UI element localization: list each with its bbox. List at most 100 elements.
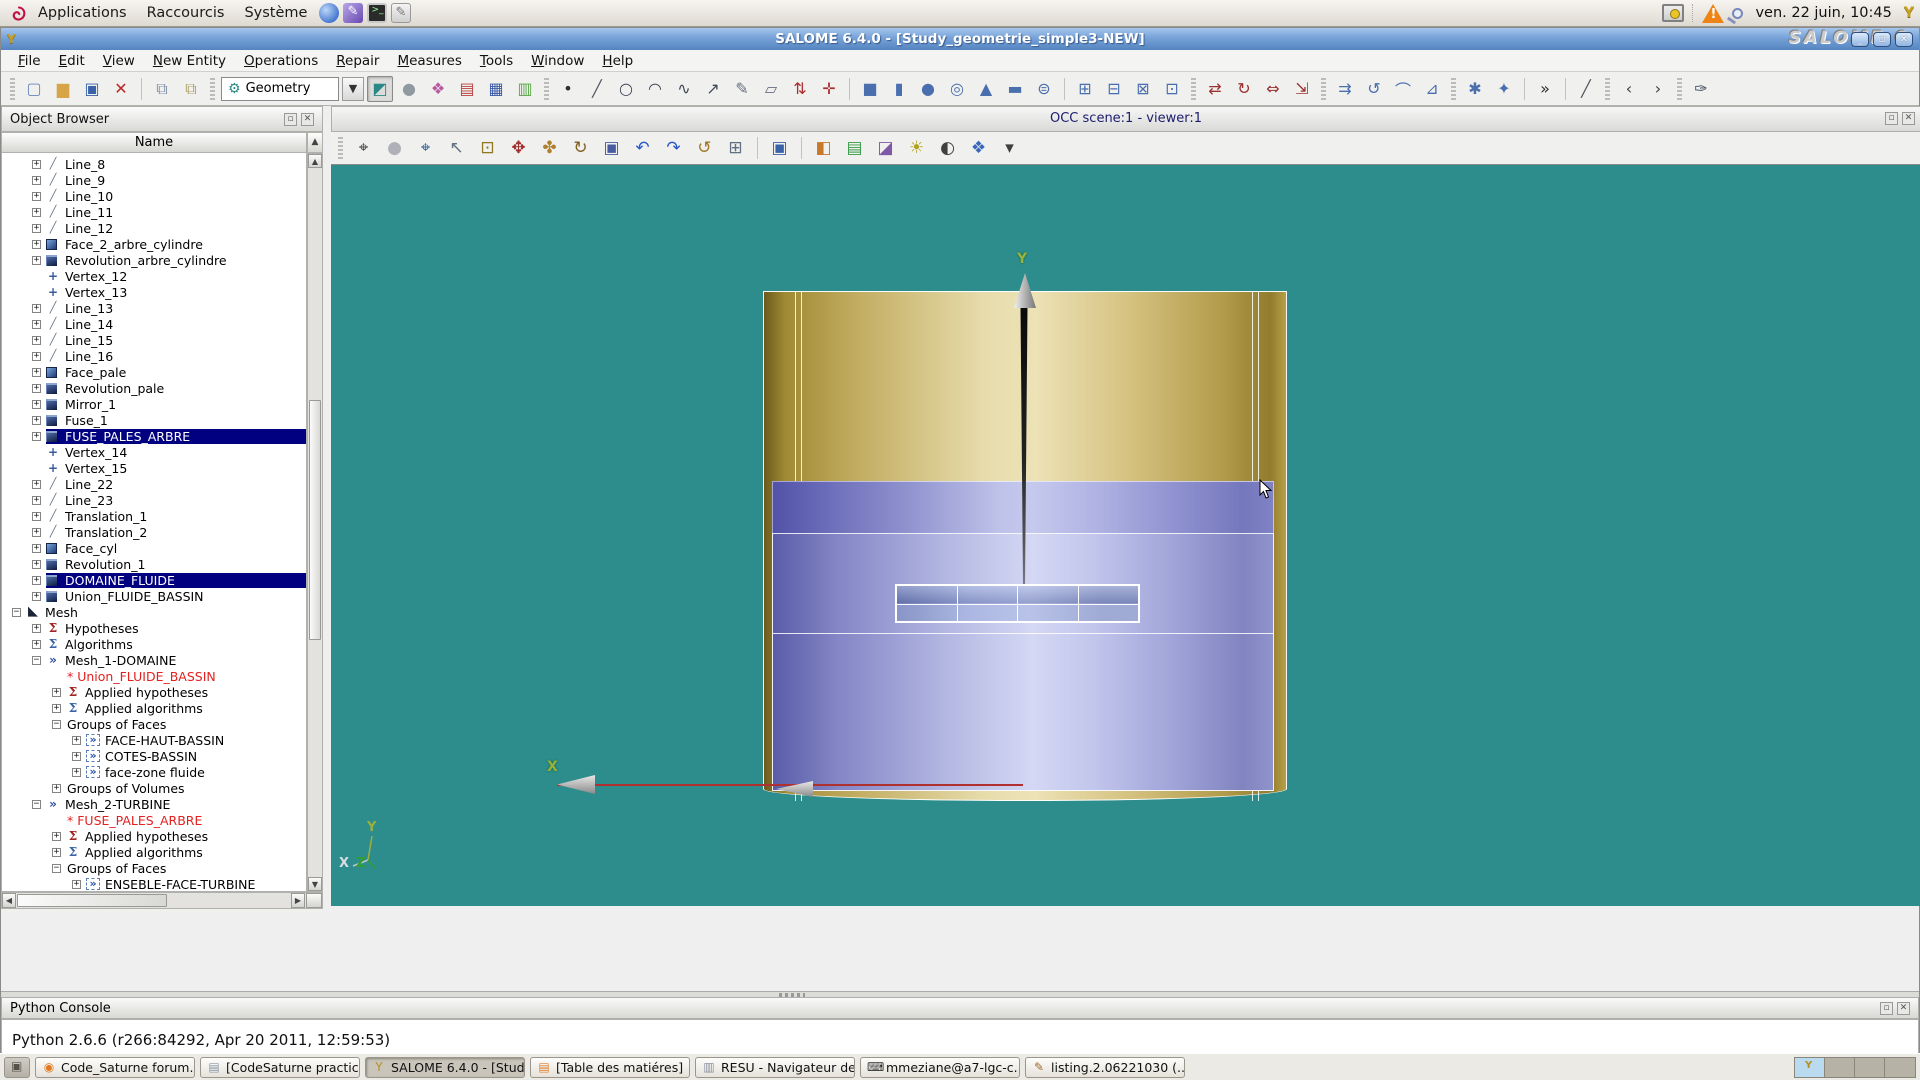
- workspace-switcher[interactable]: [1794, 1057, 1916, 1078]
- tree-item[interactable]: +╱Line_10: [2, 188, 306, 204]
- save-study-icon[interactable]: ▣: [79, 76, 105, 102]
- fillet-icon[interactable]: ⌒: [1390, 76, 1416, 102]
- undock-console-icon[interactable]: ▫: [1880, 1002, 1893, 1015]
- tree-item[interactable]: +»ENSEBLE-FACE-TURBINE: [2, 876, 306, 892]
- common-icon[interactable]: ⊟: [1101, 76, 1127, 102]
- tree-item[interactable]: +Vertex_15: [2, 460, 306, 476]
- tree-item[interactable]: +ΣApplied algorithms: [2, 844, 306, 860]
- debian-logo-icon[interactable]: [6, 2, 28, 24]
- selection-icon[interactable]: ↖: [443, 135, 470, 161]
- tree-item-body[interactable]: Face_cyl: [46, 541, 121, 556]
- scroll-left-icon[interactable]: ◀: [2, 893, 16, 908]
- tree-item[interactable]: + Revolution_arbre_cylindre: [2, 252, 306, 268]
- tree-vertical-scrollbar[interactable]: ▲ ▼: [307, 153, 323, 892]
- tree-item[interactable]: +»FACE-HAUT-BASSIN: [2, 732, 306, 748]
- menu-tools[interactable]: Tools: [471, 51, 522, 71]
- tree-item[interactable]: +ΣAlgorithms: [2, 636, 306, 652]
- expand-icon[interactable]: +: [32, 528, 41, 537]
- expand-icon[interactable]: +: [32, 256, 41, 265]
- tree-item-body[interactable]: ╱Line_22: [46, 477, 117, 492]
- search-tray-icon[interactable]: [1732, 8, 1743, 19]
- tree-item-body[interactable]: ╱Line_14: [46, 317, 117, 332]
- tree-item-body[interactable]: ΣApplied hypotheses: [66, 829, 212, 844]
- tree-item-body[interactable]: Revolution_arbre_cylindre: [46, 253, 231, 268]
- scroll-down-icon[interactable]: ▼: [308, 877, 322, 891]
- global-panning-icon[interactable]: ✤: [536, 135, 563, 161]
- tree-item-body[interactable]: DOMAINE_FLUIDE: [46, 573, 306, 588]
- task-button[interactable]: ▤[CodeSaturne practic...: [200, 1057, 360, 1078]
- tree-item[interactable]: +╱Line_16: [2, 348, 306, 364]
- ellipse-icon[interactable]: ⊜: [1031, 76, 1057, 102]
- tree-item-body[interactable]: Fuse_1: [46, 413, 112, 428]
- tree-item-body[interactable]: ◣Mesh: [26, 605, 82, 620]
- panning-icon[interactable]: ✥: [505, 135, 532, 161]
- paste-icon[interactable]: ⧉: [178, 76, 204, 102]
- sphere-icon[interactable]: ●: [915, 76, 941, 102]
- tree-item-body[interactable]: »ENSEBLE-FACE-TURBINE: [86, 877, 259, 892]
- expand-icon[interactable]: +: [32, 304, 41, 313]
- next-icon[interactable]: ›: [1645, 76, 1671, 102]
- expand-icon[interactable]: +: [32, 208, 41, 217]
- collapse-icon[interactable]: −: [12, 608, 21, 617]
- new-study-icon[interactable]: ▢: [21, 76, 47, 102]
- archimede-icon[interactable]: ✦: [1491, 76, 1517, 102]
- point-icon[interactable]: •: [555, 76, 581, 102]
- name-column-header[interactable]: Name: [1, 132, 307, 153]
- tree-item-body[interactable]: Face_2_arbre_cylindre: [46, 237, 207, 252]
- menu-edit[interactable]: Edit: [50, 51, 94, 71]
- menu-file[interactable]: File: [9, 51, 50, 71]
- show-desktop-icon[interactable]: [4, 1057, 30, 1078]
- menu-view[interactable]: View: [94, 51, 144, 71]
- toolbar-handle[interactable]: [1605, 78, 1610, 100]
- close-panel-icon[interactable]: ✕: [301, 113, 314, 126]
- multi-rotation-icon[interactable]: ↺: [1361, 76, 1387, 102]
- clock[interactable]: ven. 22 juin, 10:45: [1751, 5, 1895, 21]
- tree-item[interactable]: +Union_FLUIDE_BASSIN: [2, 588, 306, 604]
- chamfer-icon[interactable]: ⊿: [1419, 76, 1445, 102]
- tree-item-body[interactable]: ΣApplied algorithms: [66, 701, 207, 716]
- arc-icon[interactable]: ◠: [642, 76, 668, 102]
- task-button[interactable]: YSALOME 6.4.0 - [Stud...: [365, 1057, 525, 1078]
- tree-item[interactable]: + ╱Line_14: [2, 316, 306, 332]
- menu-repair[interactable]: Repair: [327, 51, 388, 71]
- vscroll-thumb[interactable]: [309, 400, 321, 640]
- expand-icon[interactable]: +: [32, 560, 41, 569]
- tree-item-body[interactable]: * Union_FLUIDE_BASSIN: [66, 669, 220, 684]
- expand-icon[interactable]: +: [32, 624, 41, 633]
- toolbar-handle[interactable]: [210, 78, 215, 100]
- tree-item-body[interactable]: Groups of Faces: [66, 717, 170, 732]
- scroll-right-icon[interactable]: ▶: [291, 893, 305, 908]
- tree-item-body[interactable]: ╱Translation_1: [46, 509, 151, 524]
- module-selector[interactable]: ⚙Geometry: [221, 77, 339, 101]
- task-button[interactable]: ▤[Table des matiéres]: [530, 1057, 690, 1078]
- expand-icon[interactable]: +: [32, 320, 41, 329]
- clipping-icon[interactable]: ◪: [872, 135, 899, 161]
- reset-view-icon[interactable]: ↺: [691, 135, 718, 161]
- applications-menu[interactable]: Applications: [28, 3, 137, 23]
- tree-item[interactable]: +Groups of Volumes: [2, 780, 306, 796]
- prev-icon[interactable]: ‹: [1616, 76, 1642, 102]
- tree-item[interactable]: +╱Line_13: [2, 300, 306, 316]
- workspace-2[interactable]: [1825, 1058, 1855, 1077]
- preselection-icon[interactable]: ⌖: [412, 135, 439, 161]
- tree-item[interactable]: +╱Line_9: [2, 172, 306, 188]
- tree-item[interactable]: +╱Line_22: [2, 476, 306, 492]
- module-icon-3[interactable]: ❖: [425, 76, 451, 102]
- tree-item[interactable]: +╱Line_12: [2, 220, 306, 236]
- expand-icon[interactable]: +: [32, 592, 41, 601]
- menu-operations[interactable]: Operations: [235, 51, 327, 71]
- expand-icon[interactable]: +: [72, 752, 81, 761]
- measure-line-icon[interactable]: ╱: [1573, 76, 1599, 102]
- toolbar-handle[interactable]: [1451, 78, 1456, 100]
- tree-item[interactable]: −◣Mesh: [2, 604, 306, 620]
- expand-icon[interactable]: +: [32, 368, 41, 377]
- partition-icon[interactable]: ✱: [1462, 76, 1488, 102]
- tree-item-body[interactable]: »FACE-HAUT-BASSIN: [86, 733, 228, 748]
- tree-item-body[interactable]: ╱Translation_2: [46, 525, 151, 540]
- tree-item-body[interactable]: Face_pale: [46, 365, 130, 380]
- tree-item-body[interactable]: Revolution_1: [46, 557, 149, 572]
- tree-item[interactable]: +Vertex_12: [2, 268, 306, 284]
- expand-icon[interactable]: +: [32, 352, 41, 361]
- workspace-3[interactable]: [1855, 1058, 1885, 1077]
- scaling-icon[interactable]: ▤: [841, 135, 868, 161]
